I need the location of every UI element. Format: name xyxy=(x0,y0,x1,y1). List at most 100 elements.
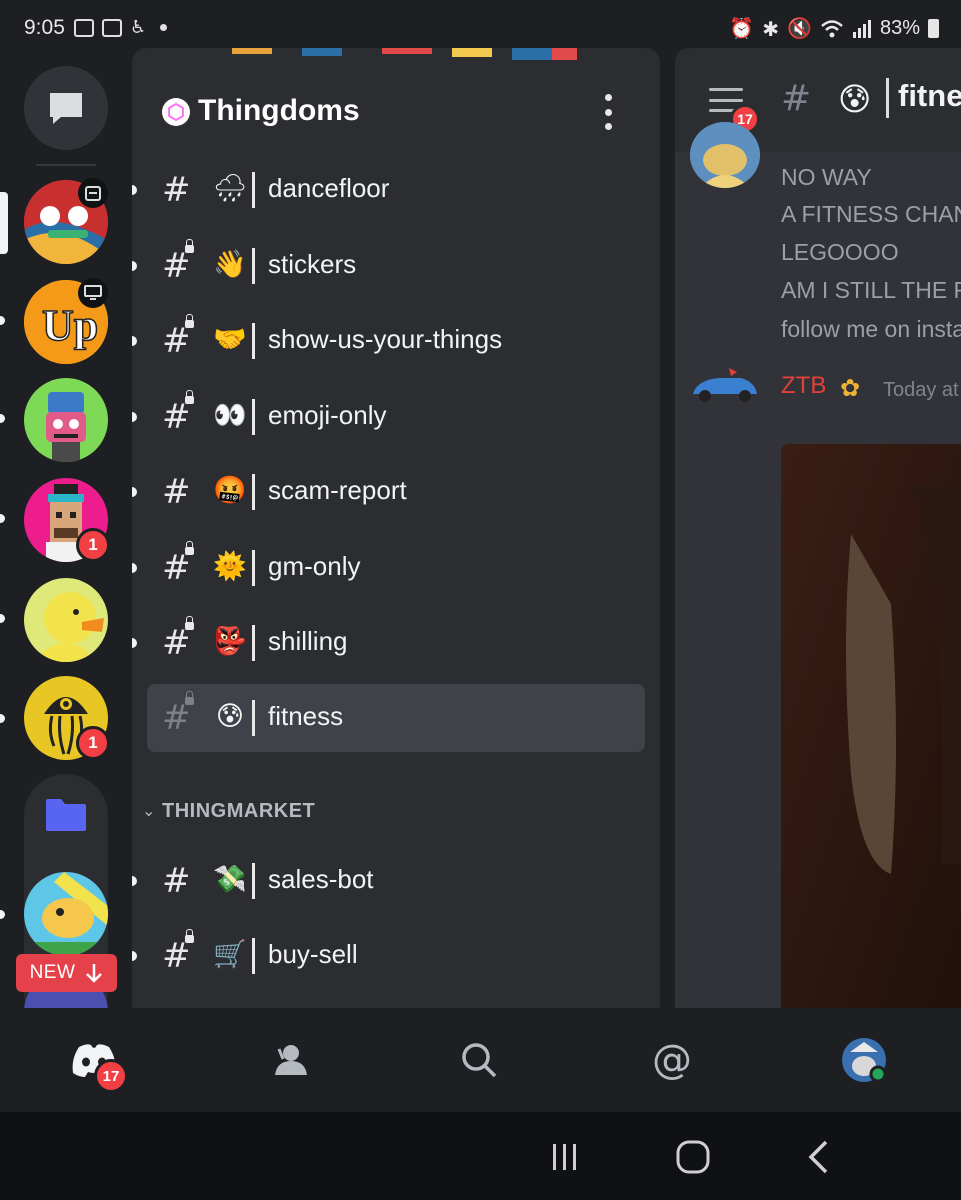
channel-name: show-us-your-things xyxy=(268,324,503,354)
avatar[interactable] xyxy=(690,122,760,188)
unread-indicator xyxy=(0,414,5,423)
at-sign-icon: @ xyxy=(652,1037,692,1083)
channel-emoji: 👋 xyxy=(213,249,247,279)
lock-icon xyxy=(185,314,194,328)
unread-indicator xyxy=(132,185,137,195)
channel-name: buy-sell xyxy=(268,939,358,969)
lock-icon xyxy=(185,390,194,404)
signal-icon xyxy=(852,19,871,38)
chat-panel: 17 # 😰 fitness NO WAY A FITNESS CHANNEL … xyxy=(675,48,961,1008)
tab-friends[interactable] xyxy=(257,1030,317,1090)
unread-indicator xyxy=(132,951,137,961)
message-author[interactable]: ZTB xyxy=(781,372,826,400)
message-text: LEGOOOO xyxy=(781,239,899,265)
category-thingmarket[interactable]: ⌄ THINGMARKET xyxy=(132,792,660,832)
new-messages-button[interactable]: NEW xyxy=(16,954,117,992)
channel-item-emoji-only[interactable]: # 👀 emoji-only xyxy=(132,383,660,451)
tab-mentions[interactable]: @ xyxy=(642,1030,702,1090)
clock: 9:05 xyxy=(24,16,65,39)
unread-indicator xyxy=(0,910,5,919)
channel-item-buy-sell[interactable]: # 🛒 buy-sell xyxy=(132,922,660,990)
wifi-icon xyxy=(821,19,843,37)
verified-badge-icon: ✿ xyxy=(840,375,861,402)
unread-indicator xyxy=(132,261,137,271)
lock-icon xyxy=(185,929,194,943)
channel-item-scam-report[interactable]: # 🤬 scam-report xyxy=(132,458,660,526)
more-options-icon[interactable] xyxy=(602,94,614,130)
server-name: Thingdoms xyxy=(198,94,360,127)
tab-profile[interactable] xyxy=(834,1030,894,1090)
server-header[interactable]: Thingdoms xyxy=(132,60,660,170)
svg-text:Up: Up xyxy=(42,301,98,350)
message-text: follow me on insta xyxy=(781,316,961,342)
category-label: THINGMARKET xyxy=(162,800,316,822)
calendar-icon xyxy=(78,178,108,208)
new-label: NEW xyxy=(29,962,76,983)
chevron-down-icon: ⌄ xyxy=(142,803,156,820)
channel-emoji: 🌞 xyxy=(213,551,247,581)
direct-messages-button[interactable] xyxy=(24,66,108,150)
unread-indicator xyxy=(0,514,5,523)
boost-icon xyxy=(162,98,190,126)
channel-item-stickers[interactable]: # 👋 stickers xyxy=(132,232,660,300)
channel-name: shilling xyxy=(268,626,348,656)
channel-emoji: 👀 xyxy=(213,400,247,430)
channel-name: fitness xyxy=(268,701,344,731)
unread-indicator xyxy=(132,876,137,886)
bluetooth-icon: ✱ xyxy=(762,16,780,41)
channel-list: Thingdoms # 🌧 dancefloor # 👋 stickers # … xyxy=(132,48,660,1008)
channel-emoji: 🛒 xyxy=(213,939,247,969)
lock-icon xyxy=(185,616,194,630)
channel-item-gm-only[interactable]: # 🌞 gm-only xyxy=(132,534,660,602)
channel-name: emoji-only xyxy=(268,400,387,430)
avatar xyxy=(842,1038,887,1083)
image-attachment[interactable] xyxy=(781,444,961,1008)
server-badge: 1 xyxy=(76,726,110,760)
unread-indicator xyxy=(0,614,5,623)
server-robot[interactable] xyxy=(24,378,108,462)
message-text: NO WAY xyxy=(781,164,872,190)
friends-icon xyxy=(275,1045,307,1075)
system-navigation-bar xyxy=(0,1112,961,1200)
avatar[interactable] xyxy=(689,364,759,404)
home-badge: 17 xyxy=(94,1059,128,1093)
server-folder-item[interactable] xyxy=(24,872,108,956)
hashtag-icon: # xyxy=(162,861,191,901)
channel-item-sales-bot[interactable]: # 💸 sales-bot xyxy=(132,847,660,915)
server-badge: 1 xyxy=(76,528,110,562)
folder-icon xyxy=(46,799,86,831)
server-duck[interactable] xyxy=(24,578,108,662)
message-list: NO WAY A FITNESS CHANNEL LEGOOOO AM I ST… xyxy=(675,122,961,1008)
home-button-icon[interactable] xyxy=(676,1140,710,1174)
unread-indicator xyxy=(0,714,5,723)
lock-icon xyxy=(185,239,194,253)
channel-title: fitness xyxy=(898,78,961,113)
unread-indicator xyxy=(132,563,137,573)
channel-name: dancefloor xyxy=(268,173,390,203)
accessibility-icon: ♿ xyxy=(130,17,147,37)
channel-name: scam-report xyxy=(268,475,407,505)
channel-item-shilling[interactable]: # 👺 shilling xyxy=(132,609,660,677)
tab-search[interactable] xyxy=(449,1030,509,1090)
alarm-icon: ⏰ xyxy=(729,18,755,40)
unread-indicator xyxy=(132,487,137,497)
cast-icon xyxy=(74,18,94,37)
notification-dot xyxy=(160,24,168,31)
channel-name: gm-only xyxy=(268,551,361,581)
search-icon xyxy=(462,1043,497,1078)
channel-emoji: 😰 xyxy=(838,81,872,117)
recent-apps-icon[interactable] xyxy=(550,1142,580,1172)
chat-bubble-icon xyxy=(50,93,82,124)
channel-item-show-us-your-things[interactable]: # 🤝 show-us-your-things xyxy=(132,307,660,375)
channel-item-dancefloor[interactable]: # 🌧 dancefloor xyxy=(132,156,660,224)
hashtag-icon: # xyxy=(162,170,191,210)
message-text: A FITNESS CHANNEL xyxy=(781,201,961,227)
hashtag-icon: # xyxy=(781,78,812,119)
bottom-navigation: 17 @ xyxy=(0,1008,961,1112)
back-icon[interactable] xyxy=(806,1140,830,1174)
server-rail: Up 1 1 NEW xyxy=(0,58,132,1008)
hashtag-icon: # xyxy=(162,472,191,512)
channel-item-fitness[interactable]: # 😰 fitness xyxy=(147,684,645,752)
mute-icon: 🔇 xyxy=(787,18,812,40)
battery-percent: 83% xyxy=(879,17,920,39)
